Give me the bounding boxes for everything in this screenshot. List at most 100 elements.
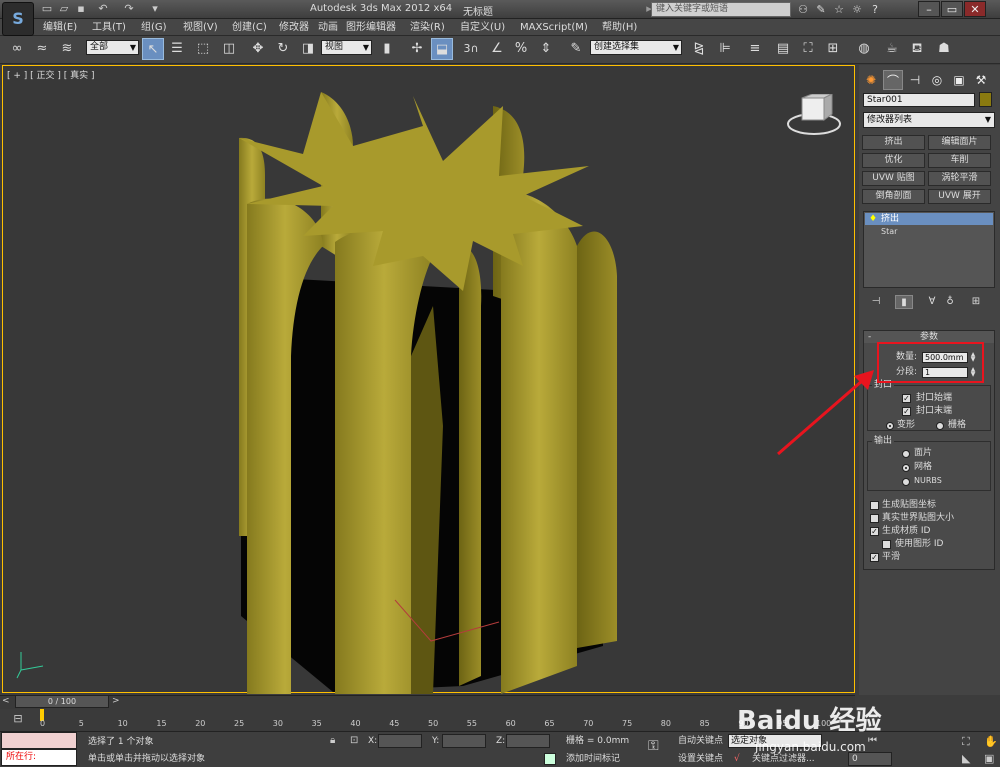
morph-radio[interactable] xyxy=(886,422,894,430)
motion-tab-icon[interactable]: ◎ xyxy=(927,70,947,90)
stack-item-extrude[interactable]: ♦ 挤出 xyxy=(865,213,993,225)
ribbon-icon[interactable]: ▤ xyxy=(772,38,794,60)
gen-map-checkbox[interactable] xyxy=(870,501,879,510)
scale-icon[interactable]: ◨ xyxy=(297,38,319,60)
object-color-swatch[interactable] xyxy=(979,92,992,107)
selection-filter-dropdown[interactable]: 全部 ▼ xyxy=(86,40,139,55)
close-button[interactable]: ✕ xyxy=(964,1,986,17)
select-manipulate-icon[interactable]: ✢ xyxy=(406,38,428,60)
spinner-snap-icon[interactable]: ⇕ xyxy=(535,38,557,60)
time-tag-icon[interactable] xyxy=(544,753,556,765)
render-setup-icon[interactable]: ☕ xyxy=(881,38,903,60)
menu-modifiers[interactable]: 修改器 xyxy=(279,20,309,35)
material-editor-icon[interactable]: ◍ xyxy=(853,38,875,60)
search-input[interactable]: 键入关键字或短语 xyxy=(651,2,791,17)
redo-icon[interactable]: ↷ xyxy=(122,2,136,16)
mod-button-extrude[interactable]: 挤出 xyxy=(862,135,925,150)
select-by-name-icon[interactable]: ☰ xyxy=(166,38,188,60)
remove-modifier-icon[interactable]: ♁ xyxy=(941,295,959,309)
lock-selection-icon[interactable]: 🔒︎ xyxy=(330,735,335,746)
undo-icon[interactable]: ↶ xyxy=(96,2,110,16)
lightbulb-icon[interactable]: ♦ xyxy=(869,213,877,225)
pivot-center-icon[interactable]: ▮ xyxy=(376,38,398,60)
select-object-icon[interactable]: ↖ xyxy=(142,38,164,60)
out-patch-radio[interactable] xyxy=(902,450,910,458)
menu-edit[interactable]: 编辑(E) xyxy=(43,20,77,35)
display-tab-icon[interactable]: ▣ xyxy=(949,70,969,90)
menu-animation[interactable]: 动画 xyxy=(318,20,338,35)
cap-start-checkbox[interactable]: ✓ xyxy=(902,394,911,403)
mod-button-turbosmooth[interactable]: 涡轮平滑 xyxy=(928,171,991,186)
menu-customize[interactable]: 自定义(U) xyxy=(460,20,505,35)
menu-rendering[interactable]: 渲染(R) xyxy=(410,20,445,35)
menu-create[interactable]: 创建(C) xyxy=(232,20,267,35)
object-name-field[interactable]: Star001 xyxy=(863,93,975,107)
viewcube-icon[interactable] xyxy=(786,93,846,136)
mod-button-bevel-profile[interactable]: 倒角剖面 xyxy=(862,189,925,204)
maxscript-output[interactable]: 所在行: xyxy=(1,749,77,766)
bind-spacewarp-icon[interactable]: ≋ xyxy=(56,38,78,60)
minimize-button[interactable]: – xyxy=(918,1,940,17)
cap-end-checkbox[interactable]: ✓ xyxy=(902,407,911,416)
hierarchy-tab-icon[interactable]: ⊣ xyxy=(905,70,925,90)
menu-help[interactable]: 帮助(H) xyxy=(602,20,637,35)
binoculars-icon[interactable]: ⚇ xyxy=(795,2,811,17)
time-prev-icon[interactable]: < xyxy=(2,695,14,708)
mirror-icon[interactable]: ⧎ xyxy=(688,38,710,60)
mod-button-lathe[interactable]: 车削 xyxy=(928,153,991,168)
menu-views[interactable]: 视图(V) xyxy=(183,20,218,35)
menu-group[interactable]: 组(G) xyxy=(141,20,167,35)
move-icon[interactable]: ✥ xyxy=(247,38,269,60)
menu-graph-editors[interactable]: 图形编辑器 xyxy=(346,20,396,35)
help-icon[interactable]: ? xyxy=(867,2,883,17)
use-shape-checkbox[interactable] xyxy=(882,540,891,549)
rotate-icon[interactable]: ↻ xyxy=(272,38,294,60)
key-icon[interactable]: ⚿ xyxy=(648,738,659,754)
menu-maxscript[interactable]: MAXScript(M) xyxy=(520,20,588,35)
app-logo-icon[interactable]: S xyxy=(2,2,34,36)
absolute-mode-icon[interactable]: ⊡ xyxy=(350,735,358,746)
align-icon[interactable]: ⊫ xyxy=(714,38,736,60)
extruded-star-object[interactable] xyxy=(3,66,856,694)
keyboard-shortcut-icon[interactable]: ⬓ xyxy=(431,38,453,60)
favorites-icon[interactable]: ☆ xyxy=(831,2,847,17)
maximize-button[interactable]: ▭ xyxy=(941,1,963,17)
new-file-icon[interactable]: ▭ xyxy=(40,2,54,16)
link-icon[interactable]: ∞ xyxy=(6,38,28,60)
named-selection-dropdown[interactable]: 创建选择集 ▼ xyxy=(590,40,682,55)
grid-radio[interactable] xyxy=(936,422,944,430)
real-world-checkbox[interactable] xyxy=(870,514,879,523)
menu-tools[interactable]: 工具(T) xyxy=(92,20,126,35)
x-coord-field[interactable] xyxy=(378,734,422,748)
pin-stack-icon[interactable]: ⊣ xyxy=(867,295,885,309)
mod-button-unwrap-uvw[interactable]: UVW 展开 xyxy=(928,189,991,204)
show-end-result-icon[interactable]: ▮ xyxy=(895,295,913,309)
configure-sets-icon[interactable]: ⊞ xyxy=(967,295,985,309)
snap-toggle-icon[interactable]: 3∩ xyxy=(460,38,482,60)
time-slider[interactable]: 0 / 100 xyxy=(15,695,109,708)
mod-button-uvw-map[interactable]: UVW 贴图 xyxy=(862,171,925,186)
z-coord-field[interactable] xyxy=(506,734,550,748)
modifier-stack[interactable]: ♦ 挤出 Star xyxy=(863,211,995,288)
tools-icon[interactable]: ✎ xyxy=(813,2,829,17)
perspective-viewport[interactable]: [ + ] [ 正交 ] [ 真实 ] xyxy=(2,65,856,694)
quick-access-dropdown-icon[interactable]: ▾ xyxy=(148,2,162,16)
create-tab-icon[interactable]: ✺ xyxy=(861,70,881,90)
ref-coord-dropdown[interactable]: 视图 ▼ xyxy=(321,40,372,55)
auto-key-button[interactable]: 自动关键点 xyxy=(678,734,723,748)
utilities-tab-icon[interactable]: ⚒ xyxy=(971,70,991,90)
rendered-frame-icon[interactable]: ⛾ xyxy=(906,38,928,60)
schematic-view-icon[interactable]: ⊞ xyxy=(822,38,844,60)
add-time-tag-button[interactable]: 添加时间标记 xyxy=(566,752,620,766)
unlink-icon[interactable]: ≈ xyxy=(31,38,53,60)
set-key-button[interactable]: 设置关键点 xyxy=(678,752,723,766)
out-mesh-radio[interactable] xyxy=(902,464,910,472)
curve-editor-icon[interactable]: ⛶ xyxy=(797,38,819,60)
time-next-icon[interactable]: > xyxy=(112,695,124,708)
info-center-icon[interactable]: ☼ xyxy=(849,2,865,17)
percent-snap-icon[interactable]: % xyxy=(510,38,532,60)
rect-selection-icon[interactable]: ⬚ xyxy=(192,38,214,60)
out-nurbs-radio[interactable] xyxy=(902,478,910,486)
smooth-checkbox[interactable]: ✓ xyxy=(870,553,879,562)
render-icon[interactable]: ☗ xyxy=(933,38,955,60)
